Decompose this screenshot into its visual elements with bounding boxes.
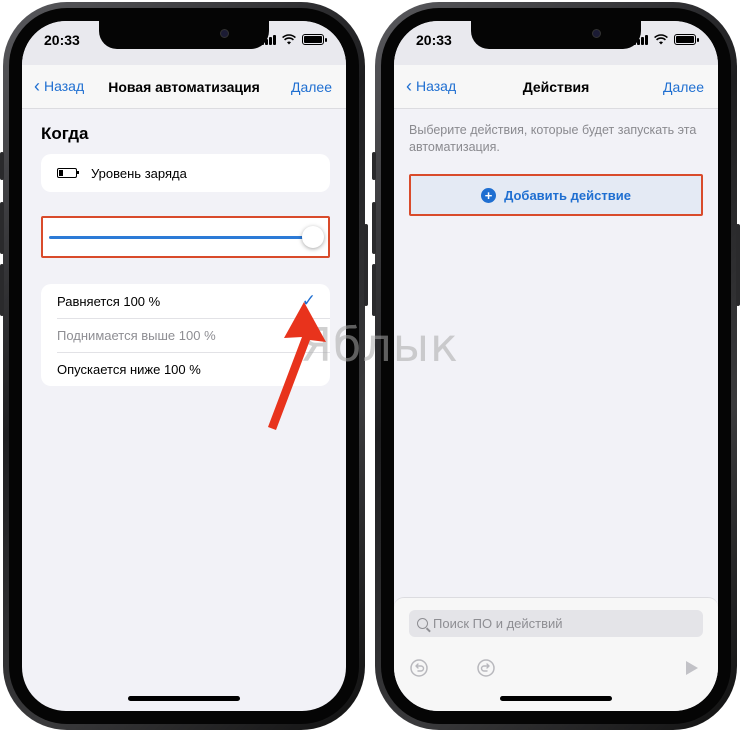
battery-icon (302, 34, 327, 45)
status-time: 20:33 (44, 32, 80, 48)
plus-circle-icon: + (481, 187, 497, 203)
wifi-icon (282, 34, 296, 45)
option-label: Равняется 100 % (57, 293, 161, 309)
option-falls-below[interactable]: Опускается ниже 100 % (41, 352, 330, 386)
phone-left: 20:33 ‹ Назад Новая автоматизация Далее … (0, 2, 368, 730)
next-button[interactable]: Далее (663, 79, 704, 95)
option-equals[interactable]: Равняется 100 % ✓ (41, 284, 330, 318)
back-label: Назад (416, 78, 457, 94)
chevron-left-icon: ‹ (34, 76, 40, 96)
play-icon (686, 661, 698, 675)
volume-up-button (0, 202, 4, 254)
option-label: Опускается ниже 100 % (57, 361, 201, 377)
notch (471, 21, 641, 49)
back-button[interactable]: ‹ Назад (406, 76, 457, 96)
chevron-left-icon: ‹ (406, 76, 412, 96)
undo-button[interactable] (409, 658, 429, 678)
redo-button[interactable] (476, 658, 496, 678)
screen-right: 20:33 ‹ Назад Действия Далее Выберите де… (394, 21, 718, 711)
search-bar[interactable] (409, 610, 703, 637)
checkmark-icon: ✓ (301, 291, 316, 310)
screen-left: 20:33 ‹ Назад Новая автоматизация Далее … (22, 21, 346, 711)
add-action-label: Добавить действие (504, 187, 631, 203)
search-input[interactable] (433, 616, 683, 631)
volume-down-button (0, 264, 4, 316)
navigation-bar: ‹ Назад Действия Далее (394, 65, 718, 109)
back-button[interactable]: ‹ Назад (34, 76, 85, 96)
add-action-button[interactable]: + Добавить действие (409, 174, 703, 216)
side-button (364, 224, 368, 306)
phone-right: 20:33 ‹ Назад Действия Далее Выберите де… (372, 2, 740, 730)
home-indicator[interactable] (500, 696, 612, 701)
status-icons (261, 34, 327, 45)
search-icon (417, 618, 428, 629)
option-label: Поднимается выше 100 % (57, 327, 216, 343)
condition-options: Равняется 100 % ✓ Поднимается выше 100 %… (41, 284, 330, 386)
navigation-bar: ‹ Назад Новая автоматизация Далее (22, 65, 346, 109)
battery-icon (674, 34, 699, 45)
notch (99, 21, 269, 49)
section-title-when: Когда (41, 124, 89, 143)
option-rises-above[interactable]: Поднимается выше 100 % (41, 318, 330, 352)
back-label: Назад (44, 78, 85, 94)
volume-up-button (372, 202, 376, 254)
slider-thumb[interactable] (302, 226, 324, 248)
next-button[interactable]: Далее (291, 79, 332, 95)
actions-bottom-panel (394, 597, 718, 711)
slider-track (49, 236, 318, 239)
run-button[interactable] (681, 658, 701, 678)
mute-switch (0, 152, 4, 180)
undo-icon (410, 659, 428, 677)
redo-icon (477, 659, 495, 677)
stage: 20:33 ‹ Назад Новая автоматизация Далее … (0, 0, 740, 733)
side-button (736, 224, 740, 306)
volume-down-button (372, 264, 376, 316)
front-camera (592, 29, 601, 38)
status-time: 20:33 (416, 32, 452, 48)
battery-level-slider[interactable] (41, 216, 330, 258)
wifi-icon (654, 34, 668, 45)
status-icons (633, 34, 699, 45)
home-indicator[interactable] (128, 696, 240, 701)
mute-switch (372, 152, 376, 180)
front-camera (220, 29, 229, 38)
trigger-battery-level[interactable]: Уровень заряда (41, 154, 330, 192)
actions-hint: Выберите действия, которые будет запуска… (409, 123, 697, 154)
trigger-label: Уровень заряда (91, 165, 187, 181)
battery-level-icon (57, 168, 79, 178)
